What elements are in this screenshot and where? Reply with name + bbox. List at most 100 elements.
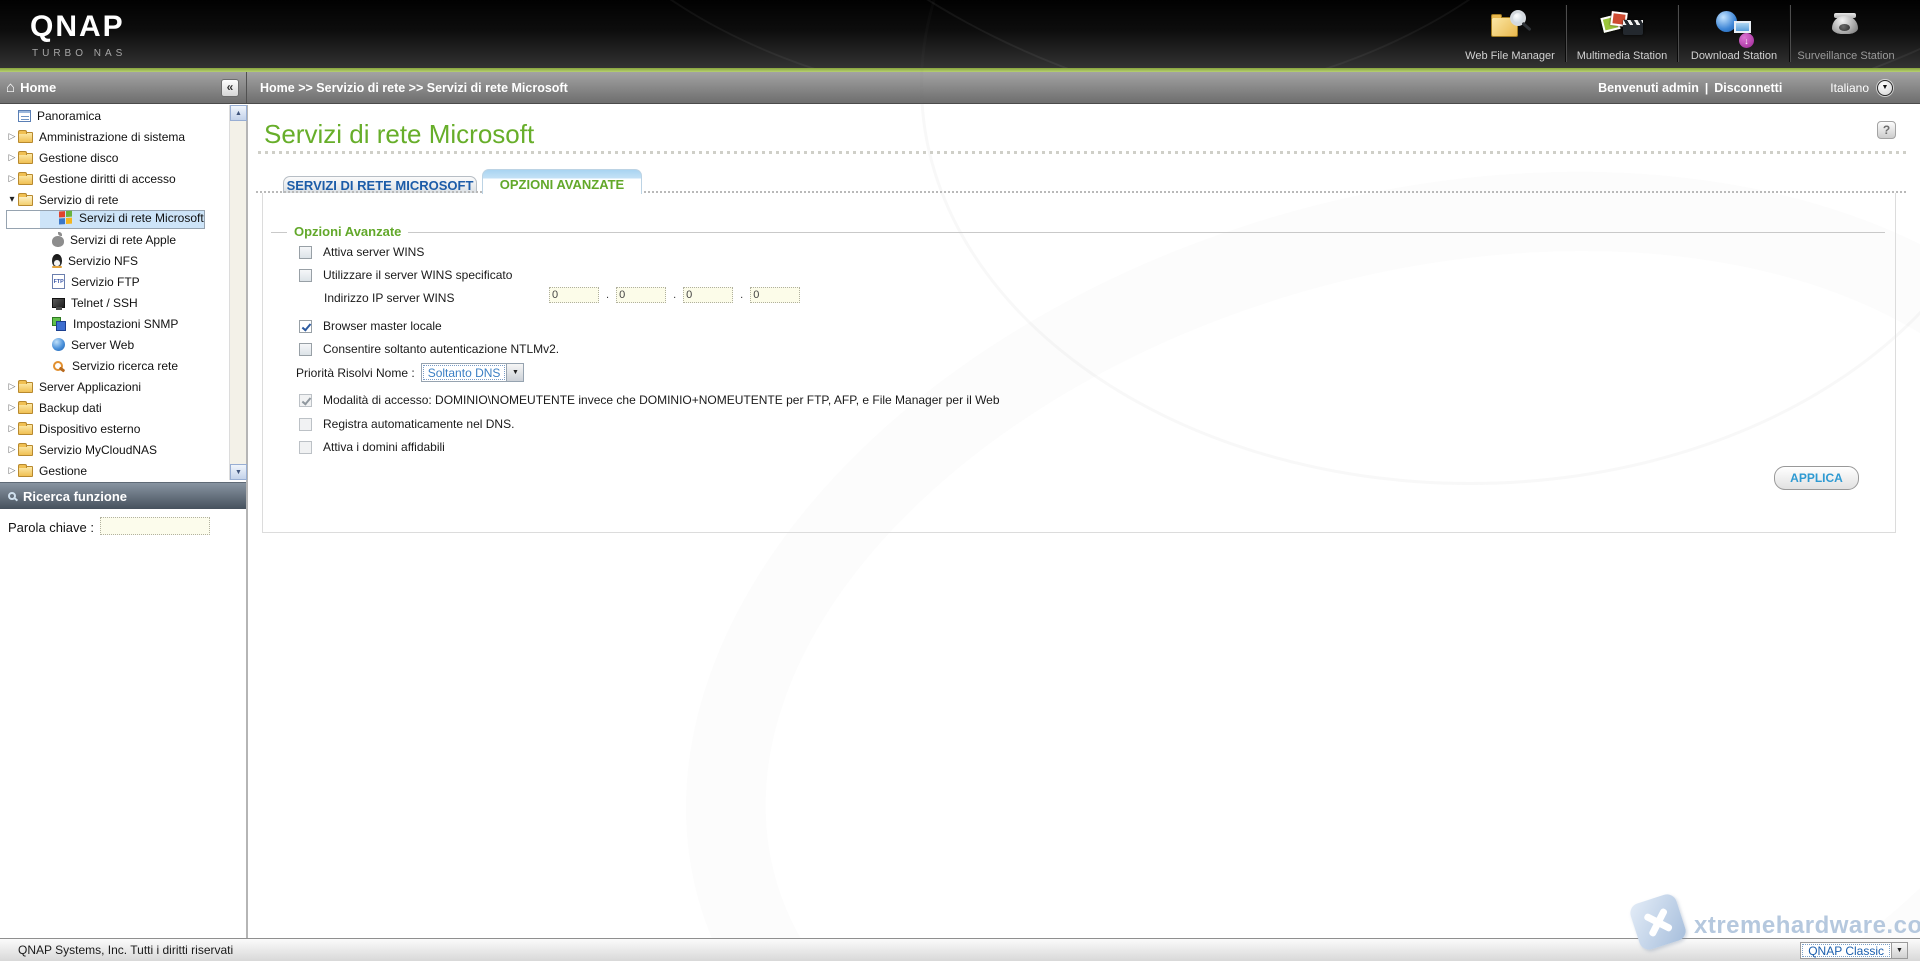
option-row: Registra automaticamente nel DNS. (299, 416, 514, 432)
checkbox-browser-master-locale[interactable] (299, 320, 312, 333)
checkbox-attiva-server-wins[interactable] (299, 246, 312, 259)
main-content: Servizi di rete Microsoft ? SERVIZI DI R… (250, 105, 1920, 938)
checkbox-modalita-accesso[interactable] (299, 394, 312, 407)
folder-icon (18, 382, 33, 393)
quicklink-multimedia-station[interactable]: Multimedia Station (1567, 3, 1677, 65)
checkbox-registra-dns[interactable] (299, 418, 312, 431)
user-area: Benvenuti admin | Disconnetti Italiano ▼ (1598, 72, 1893, 103)
wins-ip-inputs: . . . (549, 287, 800, 303)
expand-arrow-icon[interactable]: ▷ (6, 444, 18, 455)
chevron-down-icon[interactable]: ▼ (1891, 943, 1907, 958)
expand-arrow-icon[interactable]: ▷ (6, 152, 18, 163)
quicklink-label: Download Station (1691, 50, 1777, 62)
sidebar-item-server-web[interactable]: Server Web (0, 334, 229, 355)
language-dropdown-icon[interactable]: ▼ (1877, 80, 1893, 96)
sidebar-item-servizio-mycloudnas[interactable]: ▷ Servizio MyCloudNAS (0, 439, 229, 460)
separator: | (1705, 81, 1708, 95)
app-header: QNAP TURBO NAS Web File Manager Multimed… (0, 0, 1920, 68)
keyword-label: Parola chiave : (8, 520, 94, 535)
folder-icon (18, 466, 33, 477)
option-row: Indirizzo IP server WINS (324, 290, 454, 306)
checkbox-domini-affidabili[interactable] (299, 441, 312, 454)
globe-icon (52, 338, 65, 351)
wins-ip-label: Indirizzo IP server WINS (324, 291, 454, 305)
option-row: Modalità di accesso: DOMINIO\NOMEUTENTE … (299, 392, 1000, 408)
sidebar-item-servizi-di-rete-microsoft[interactable]: Servizi di rete Microsoft (6, 210, 205, 229)
network-search-icon (52, 360, 66, 372)
expand-arrow-icon[interactable]: ▷ (6, 423, 18, 434)
navigation-tree: Panoramica ▷ Amministrazione di sistema … (0, 105, 229, 480)
apple-icon (52, 236, 64, 247)
windows-icon (59, 211, 73, 226)
wins-ip-octet-3[interactable] (683, 287, 733, 303)
sidebar-item-dispositivo-esterno[interactable]: ▷ Dispositivo esterno (0, 418, 229, 439)
expand-arrow-icon[interactable]: ▷ (6, 402, 18, 413)
sidebar-item-servizio-di-rete[interactable]: ▾ Servizio di rete (0, 189, 229, 210)
qnap-logo: QNAP TURBO NAS (30, 10, 126, 59)
logout-link[interactable]: Disconnetti (1714, 81, 1782, 95)
ip-dot: . (606, 289, 609, 301)
wins-ip-octet-4[interactable] (750, 287, 800, 303)
sidebar-item-gestione[interactable]: ▷ Gestione (0, 460, 229, 480)
sidebar-item-panoramica[interactable]: Panoramica (0, 105, 229, 126)
web-file-manager-icon (1486, 8, 1534, 48)
sidebar-item-servizio-ricerca-rete[interactable]: Servizio ricerca rete (0, 355, 229, 376)
function-search-header[interactable]: Ricerca funzione (0, 482, 246, 509)
network-nodes-icon (52, 317, 67, 331)
welcome-text: Benvenuti admin (1598, 81, 1699, 95)
language-label: Italiano (1830, 81, 1869, 95)
download-station-icon: ↓ (1710, 8, 1758, 48)
sidebar-item-telnet-ssh[interactable]: Telnet / SSH (0, 292, 229, 313)
folder-icon (18, 403, 33, 414)
theme-selected-value: QNAP Classic (1802, 944, 1890, 957)
function-search-title: Ricerca funzione (23, 489, 127, 504)
help-button[interactable]: ? (1877, 121, 1896, 139)
quicklink-surveillance-station[interactable]: Surveillance Station (1791, 3, 1901, 65)
name-resolve-priority-select[interactable]: Soltanto DNS ▼ (421, 363, 525, 382)
quicklink-label: Multimedia Station (1577, 50, 1668, 62)
expand-arrow-icon[interactable]: ▷ (6, 173, 18, 184)
sidebar: Panoramica ▷ Amministrazione di sistema … (0, 105, 248, 938)
expand-arrow-icon[interactable]: ▷ (6, 465, 18, 476)
function-search-body: Parola chiave : (0, 509, 246, 543)
wins-ip-octet-2[interactable] (616, 287, 666, 303)
theme-select[interactable]: QNAP Classic ▼ (1800, 942, 1908, 959)
surveillance-station-icon (1822, 8, 1870, 48)
option-row: Priorità Risolvi Nome : Soltanto DNS ▼ (296, 363, 524, 382)
wins-ip-octet-1[interactable] (549, 287, 599, 303)
sidebar-collapse-button[interactable]: « (221, 79, 239, 97)
footer: QNAP Systems, Inc. Tutti i diritti riser… (0, 938, 1920, 961)
tab-opzioni-avanzate[interactable]: OPZIONI AVANZATE (482, 169, 642, 194)
scroll-up-icon[interactable]: ▲ (230, 105, 247, 121)
expand-arrow-icon[interactable]: ▷ (6, 381, 18, 392)
ip-dot: . (740, 289, 743, 301)
ftp-icon (52, 274, 65, 289)
quicklink-web-file-manager[interactable]: Web File Manager (1455, 3, 1565, 65)
option-row: Attiva i domini affidabili (299, 439, 445, 455)
sidebar-item-gestione-diritti-di-accesso[interactable]: ▷ Gestione diritti di accesso (0, 168, 229, 189)
expand-arrow-icon[interactable]: ▷ (6, 131, 18, 142)
search-icon (8, 492, 16, 500)
apply-button[interactable]: APPLICA (1774, 466, 1859, 490)
chevron-down-icon[interactable]: ▼ (506, 364, 523, 381)
sidebar-item-servizi-di-rete-apple[interactable]: Servizi di rete Apple (0, 229, 229, 250)
folder-icon (18, 424, 33, 435)
sidebar-item-amministrazione-di-sistema[interactable]: ▷ Amministrazione di sistema (0, 126, 229, 147)
folder-icon (18, 153, 33, 164)
sidebar-item-gestione-disco[interactable]: ▷ Gestione disco (0, 147, 229, 168)
option-row: Utilizzare il server WINS specificato (299, 267, 512, 283)
checkbox-ntlmv2[interactable] (299, 343, 312, 356)
sidebar-item-servizio-ftp[interactable]: Servizio FTP (0, 271, 229, 292)
sidebar-item-impostazioni-snmp[interactable]: Impostazioni SNMP (0, 313, 229, 334)
ip-dot: . (673, 289, 676, 301)
sidebar-item-servizio-nfs[interactable]: Servizio NFS (0, 250, 229, 271)
scroll-down-icon[interactable]: ▼ (230, 464, 247, 480)
quicklink-download-station[interactable]: ↓ Download Station (1679, 3, 1789, 65)
sidebar-item-server-applicazioni[interactable]: ▷ Server Applicazioni (0, 376, 229, 397)
tree-scrollbar[interactable]: ▲ ▼ (229, 105, 246, 480)
collapse-arrow-icon[interactable]: ▾ (6, 194, 18, 205)
sidebar-item-backup-dati[interactable]: ▷ Backup dati (0, 397, 229, 418)
keyword-input[interactable] (100, 517, 210, 535)
checkbox-utilizzare-server-wins[interactable] (299, 269, 312, 282)
sidebar-title: Home (20, 80, 56, 95)
